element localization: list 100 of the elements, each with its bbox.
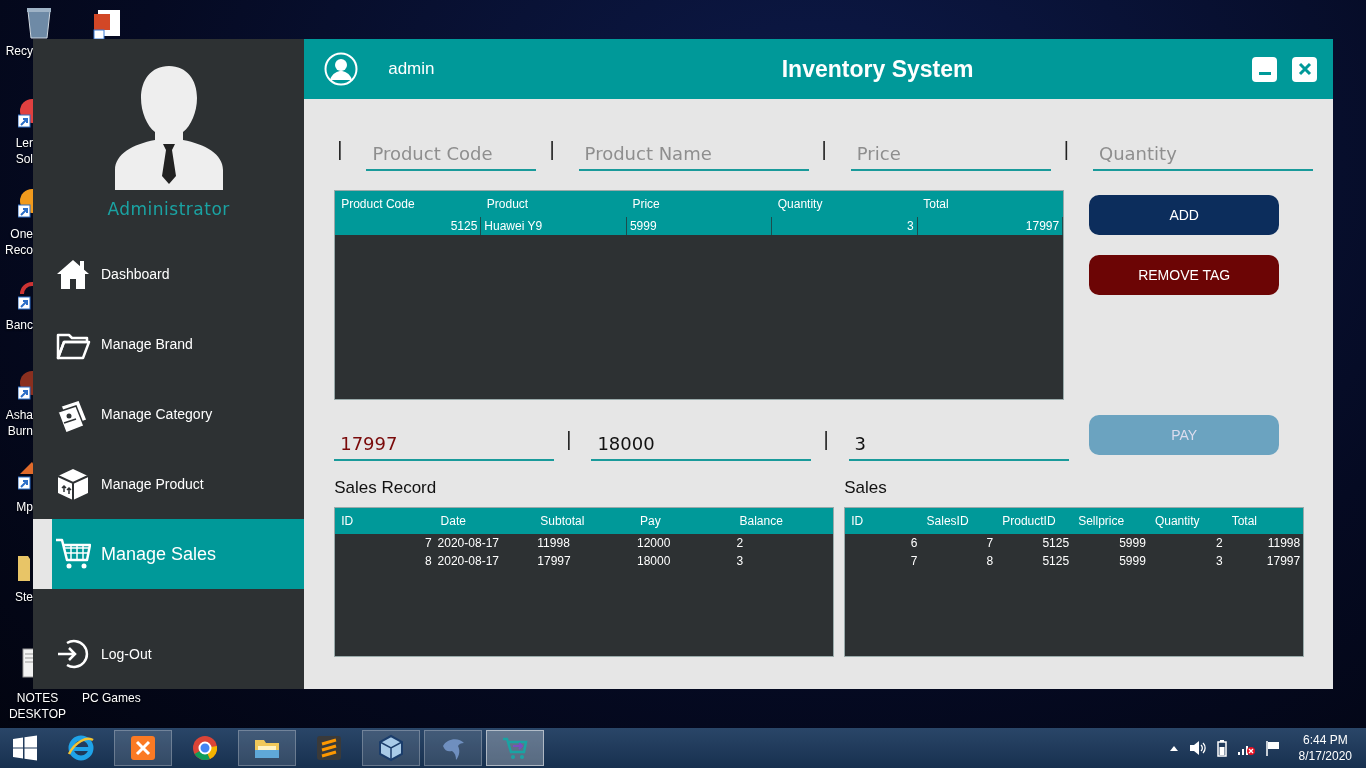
table-cell: 12000 — [634, 534, 734, 552]
action-button[interactable]: REMOVE TAG — [1089, 255, 1280, 295]
table-cell-text: 8 — [423, 553, 433, 570]
table-cell-text: 5125 — [1041, 553, 1071, 570]
square-logo-icon — [129, 734, 157, 762]
shortcut-icon — [18, 460, 33, 492]
taskbar-button[interactable] — [114, 730, 172, 766]
clock-time[interactable]: 6:44 PM — [1298, 732, 1352, 748]
user-silhouette-icon — [112, 64, 225, 190]
clock-date[interactable]: 8/17/2020 — [1298, 748, 1352, 764]
icon-label: PC Games — [82, 690, 141, 706]
table-cell: 3 — [771, 217, 918, 235]
column-header[interactable]: Balance — [733, 508, 834, 534]
icon-label: Asha — [4, 407, 33, 423]
table-cell-text: 17997 — [536, 553, 572, 570]
divider-glyph: | — [821, 137, 827, 162]
sidebar-item[interactable]: Dashboard — [33, 239, 305, 310]
table-cell-text: 7 — [909, 553, 919, 570]
table-cell-text: 18000 — [636, 553, 672, 570]
table-cell: 2 — [733, 534, 834, 552]
sidebar-item[interactable]: Manage Product — [33, 449, 305, 520]
divider-glyph: | — [337, 137, 343, 162]
input-field[interactable]: Product Name — [578, 137, 809, 171]
chevron-up-icon[interactable] — [1168, 744, 1179, 752]
taskbar-button[interactable] — [362, 730, 420, 766]
close-icon[interactable] — [1297, 62, 1312, 76]
column-header[interactable]: SalesID — [920, 508, 997, 534]
section-title: Sales — [844, 477, 888, 499]
sidebar-item[interactable]: Manage Sales — [33, 519, 305, 590]
table-cell: Huawei Y9 — [480, 217, 627, 235]
input-field[interactable]: 3 — [848, 427, 1069, 461]
table-cell: 6 — [845, 534, 921, 552]
table-cell-text: 8 — [985, 553, 995, 570]
icon-label: Reco — [4, 242, 33, 258]
close-button[interactable] — [1292, 56, 1317, 82]
icon-label: Mp — [15, 499, 33, 515]
column-header[interactable]: Price — [626, 191, 772, 217]
stripes-icon — [315, 734, 343, 762]
ring-icon — [67, 734, 95, 762]
column-header[interactable]: Total — [917, 191, 1063, 217]
column-header[interactable]: ID — [845, 508, 921, 534]
input-field[interactable]: Product Code — [366, 137, 537, 171]
column-header[interactable]: Subtotal — [534, 508, 634, 534]
column-header[interactable]: Date — [434, 508, 535, 534]
minimize-button[interactable] — [1252, 56, 1277, 82]
column-header[interactable]: Pay — [634, 508, 734, 534]
icon-label: Recy — [4, 43, 33, 59]
input-field[interactable]: Price — [850, 137, 1051, 171]
table-cell-text: 3 — [1214, 553, 1224, 570]
icon-label: NOTES — [15, 690, 60, 706]
column-header[interactable]: ID — [335, 508, 435, 534]
segmented-circle-icon — [191, 734, 219, 762]
icon-label: DESKTOP — [7, 706, 68, 722]
column-header[interactable]: Total — [1225, 508, 1304, 534]
windows-start-icon[interactable] — [12, 735, 38, 761]
role-label: Administrator — [107, 198, 230, 221]
battery-icon[interactable] — [1216, 739, 1227, 757]
column-header[interactable]: Product — [480, 191, 627, 217]
divider-glyph: | — [823, 427, 829, 452]
column-header[interactable]: Sellprice — [1072, 508, 1149, 534]
column-header[interactable]: Quantity — [771, 191, 918, 217]
taskbar-button[interactable] — [238, 730, 296, 766]
table-cell: 7 — [920, 534, 997, 552]
cube-icon — [377, 734, 405, 762]
icon-label: Sol — [14, 151, 33, 167]
table-cell: 11998 — [1225, 534, 1304, 552]
user-name: admin — [388, 58, 436, 81]
recycle-bin-icon — [25, 5, 53, 39]
box-icon — [55, 466, 91, 503]
table-cell: 5125 — [996, 534, 1073, 552]
flag-icon[interactable] — [1264, 740, 1281, 756]
column-header[interactable]: Product Code — [335, 191, 481, 217]
table-cell-text: 2020-08-17 — [436, 553, 500, 570]
column-header[interactable]: ProductID — [996, 508, 1073, 534]
divider-glyph: | — [1063, 137, 1069, 162]
input-field[interactable]: 18000 — [591, 427, 812, 461]
input-field[interactable]: 17997 — [334, 427, 555, 461]
input-field[interactable]: Quantity — [1093, 137, 1313, 171]
presentation-file-icon — [92, 8, 122, 40]
table-cell: 17997 — [917, 217, 1063, 235]
table-cell: 7 — [335, 534, 435, 552]
icon-label: Ler — [14, 135, 33, 151]
table-cell: 2 — [1148, 534, 1226, 552]
sidebar-item[interactable]: Manage Brand — [33, 309, 305, 380]
window-title: Inventory System — [780, 54, 975, 84]
table-cell: 5999 — [1072, 534, 1149, 552]
action-button[interactable]: ADD — [1089, 195, 1280, 235]
user-icon — [324, 52, 359, 86]
table-cell-text: 5999 — [1118, 553, 1147, 570]
icon-label: Ste — [14, 589, 33, 605]
shortcut-icon — [18, 280, 33, 312]
divider-glyph: | — [566, 427, 572, 452]
table-cell: 5999 — [626, 217, 772, 235]
sidebar-item[interactable]: Log-Out — [33, 619, 305, 689]
column-header[interactable]: Quantity — [1148, 508, 1226, 534]
sidebar-item[interactable]: Manage Category — [33, 379, 305, 450]
table-cell: 2020-08-17 — [434, 534, 535, 552]
icon-label: One — [9, 226, 33, 242]
table-cell-text: 17997 — [1265, 553, 1302, 570]
speaker-icon[interactable] — [1188, 740, 1207, 756]
